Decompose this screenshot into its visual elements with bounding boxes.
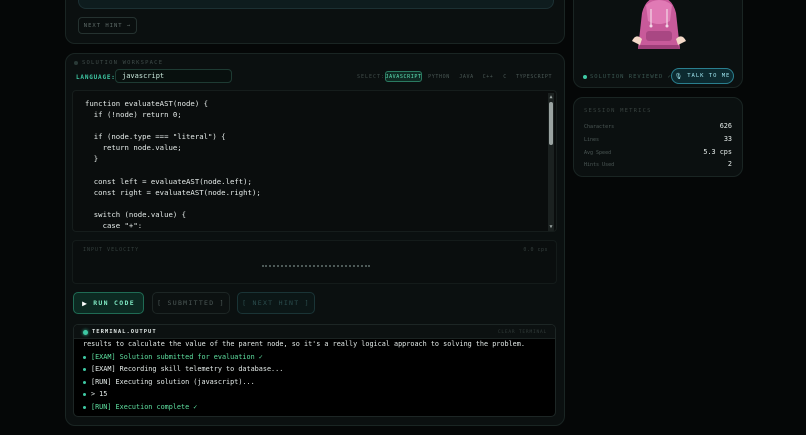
- editor-scrollbar[interactable]: ▲ ▼: [548, 93, 554, 231]
- talk-to-me-button[interactable]: 🎙 TALK TO ME: [671, 68, 734, 84]
- terminal-header: TERMINAL.OUTPUT CLEAR TERMINAL: [74, 325, 555, 339]
- terminal-title: TERMINAL.OUTPUT: [92, 329, 157, 335]
- run-code-button[interactable]: ▶ RUN CODE: [73, 292, 144, 314]
- velocity-value: 0.0 cps: [523, 247, 548, 253]
- lang-button-c[interactable]: C: [501, 71, 509, 82]
- terminal-line: results to calculate the value of the pa…: [83, 340, 525, 348]
- solution-workspace: SOLUTION WORKSPACE LANGUAGE: javascript …: [65, 53, 565, 426]
- lang-button-javascript[interactable]: JAVASCRIPT: [385, 71, 422, 82]
- metric-row: Hints Used 2: [584, 160, 732, 170]
- code-line: case "+":: [85, 221, 143, 230]
- status-dot-icon: [74, 60, 78, 65]
- code-line: if (!node) return 0;: [85, 110, 182, 119]
- reviewer-avatar: [632, 0, 686, 49]
- bullet-icon: [83, 392, 86, 396]
- code-line: return node.value;: [85, 143, 182, 152]
- code-line: switch (node.value) {: [85, 210, 187, 219]
- terminal-status-icon: [83, 330, 88, 335]
- submitted-button[interactable]: [ SUBMITTED ]: [152, 292, 230, 314]
- code-line: const left = evaluateAST(node.left);: [85, 177, 252, 186]
- clear-terminal-button[interactable]: CLEAR TERMINAL: [498, 330, 547, 335]
- metric-label: Hints Used: [584, 162, 615, 168]
- code-editor[interactable]: function evaluateAST(node) { if (!node) …: [72, 90, 557, 232]
- solution-reviewed-label: SOLUTION REVIEWED ✓: [583, 74, 672, 80]
- metric-row: Characters 626: [584, 122, 732, 132]
- metric-value: 33: [723, 135, 732, 143]
- hint-text-strip: [78, 0, 554, 9]
- lang-button-typescript[interactable]: TYPESCRIPT: [516, 71, 552, 82]
- play-icon: ▶: [82, 298, 89, 308]
- scroll-down-icon[interactable]: ▼: [548, 224, 554, 230]
- hint-panel: NEXT HINT →: [65, 0, 565, 44]
- reviewed-status-icon: [583, 74, 587, 79]
- metric-value: 5.3 cps: [703, 148, 732, 156]
- language-input[interactable]: javascript: [115, 69, 232, 83]
- metric-row: Lines 33: [584, 135, 732, 145]
- metric-label: Characters: [584, 124, 615, 130]
- scroll-thumb[interactable]: [549, 102, 553, 145]
- metrics-title: SESSION METRICS: [584, 108, 652, 114]
- code-line: function evaluateAST(node) {: [85, 99, 209, 108]
- microphone-icon: 🎙: [674, 72, 684, 80]
- code-line: const right = evaluateAST(node.right);: [85, 188, 261, 197]
- bullet-icon: [83, 355, 86, 359]
- lang-button-java[interactable]: JAVA: [458, 71, 475, 82]
- select-label: SELECT:: [357, 74, 386, 80]
- bullet-icon: [83, 380, 86, 384]
- terminal-line: [RUN] Executing solution (javascript)...: [83, 378, 255, 386]
- next-hint-button[interactable]: [ NEXT HINT ]: [237, 292, 315, 314]
- metric-row: Avg Speed 5.3 cps: [584, 148, 732, 158]
- session-metrics-panel: SESSION METRICS Characters 626 Lines 33 …: [573, 97, 743, 177]
- terminal-line: [EXAM] Recording skill telemetry to data…: [83, 365, 283, 373]
- bullet-icon: [83, 367, 86, 371]
- input-velocity-panel: INPUT VELOCITY 0.0 cps: [72, 240, 557, 284]
- bullet-icon: [83, 405, 86, 409]
- lang-button-cpp[interactable]: C++: [481, 71, 495, 82]
- terminal-output: TERMINAL.OUTPUT CLEAR TERMINAL results t…: [73, 324, 556, 417]
- metric-value: 2: [727, 160, 732, 168]
- code-line: if (node.type === "literal") {: [85, 132, 226, 141]
- reviewer-panel: SOLUTION REVIEWED ✓ 🎙 TALK TO ME: [573, 0, 743, 88]
- workspace-title: SOLUTION WORKSPACE: [74, 60, 163, 66]
- scroll-up-icon[interactable]: ▲: [548, 94, 554, 100]
- language-label: LANGUAGE:: [76, 74, 116, 81]
- velocity-graph: [262, 265, 370, 267]
- velocity-label: INPUT VELOCITY: [83, 247, 140, 253]
- lang-button-python[interactable]: PYTHON: [427, 71, 451, 82]
- terminal-line: [RUN] Execution complete ✓: [83, 403, 197, 411]
- metric-label: Avg Speed: [584, 150, 612, 156]
- next-hint-button[interactable]: NEXT HINT →: [78, 17, 137, 34]
- metric-label: Lines: [584, 137, 600, 143]
- code-line: }: [85, 154, 99, 163]
- metric-value: 626: [719, 122, 732, 130]
- terminal-line: > 15: [83, 390, 107, 398]
- terminal-line: [EXAM] Solution submitted for evaluation…: [83, 353, 263, 361]
